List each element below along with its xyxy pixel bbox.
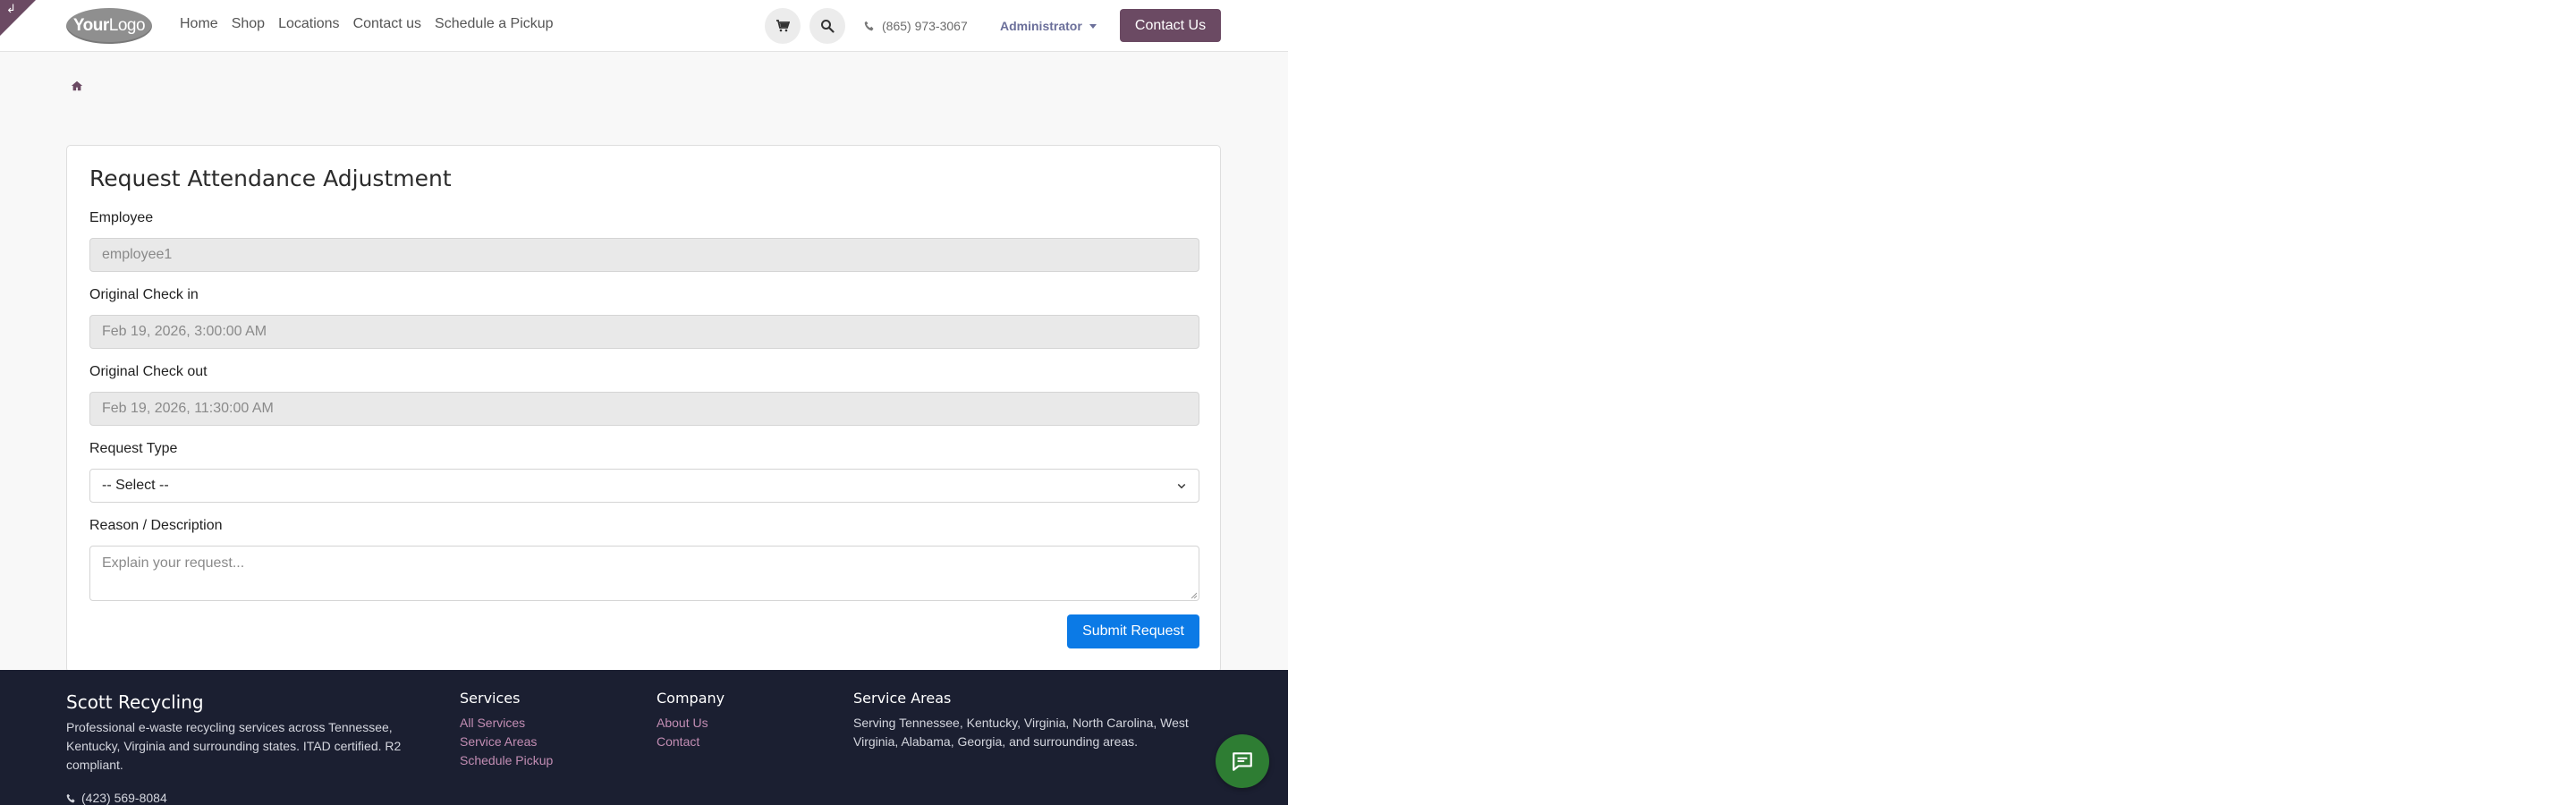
nav-shop[interactable]: Shop [232,16,265,32]
footer-description: Professional e-waste recycling services … [66,720,402,772]
nav-locations[interactable]: Locations [278,16,340,32]
cart-button[interactable] [765,8,801,44]
submit-request-button[interactable]: Submit Request [1067,614,1199,648]
contact-us-button[interactable]: Contact Us [1120,9,1221,42]
live-chat-button[interactable] [1216,734,1269,788]
employee-label: Employee [89,210,154,225]
footer-areas-title: Service Areas [853,690,952,707]
footer-link-contact[interactable]: Contact [657,733,724,751]
reason-label: Reason / Description [89,518,223,533]
resize-grip-icon[interactable] [1190,591,1197,598]
request-type-label: Request Type [89,441,178,456]
user-menu-dropdown[interactable]: Administrator [1000,19,1097,33]
footer-link-service-areas[interactable]: Service Areas [460,733,553,751]
checkout-label: Original Check out [89,364,208,379]
employee-field: employee1 [89,238,1199,272]
request-type-select[interactable]: -- Select -- [89,469,1199,503]
search-icon [821,20,835,33]
search-button[interactable] [809,8,845,44]
home-icon[interactable] [71,80,83,92]
nav-schedule-pickup[interactable]: Schedule a Pickup [435,16,554,32]
employee-value: employee1 [102,247,173,262]
footer-services-column: Services All Services Service Areas Sche… [460,690,553,770]
reason-placeholder: Explain your request... [102,555,245,571]
header-phone-number: (865) 973-3067 [882,19,968,33]
footer-brand: Scott Recycling [66,691,204,713]
edit-corner-badge[interactable] [0,0,36,36]
main-nav: Home Shop Locations Contact us Schedule … [180,16,567,32]
footer-link-about-us[interactable]: About Us [657,714,724,733]
original-checkout-field: Feb 19, 2026, 11:30:00 AM [89,392,1199,426]
checkin-value: Feb 19, 2026, 3:00:00 AM [102,324,267,339]
nav-home[interactable]: Home [180,16,218,32]
site-footer: Scott Recycling Professional e-waste rec… [0,670,1288,805]
user-menu-label: Administrator [1000,19,1082,33]
checkout-value: Feb 19, 2026, 11:30:00 AM [102,401,274,416]
page-title: Request Attendance Adjustment [89,165,452,191]
site-header: ↲ YourLogo Home Shop Locations Contact u… [0,0,1288,52]
footer-company-title: Company [657,690,725,707]
nav-contact-us[interactable]: Contact us [353,16,421,32]
footer-phone[interactable]: (423) 569-8084 [66,791,167,805]
attendance-request-card: Request Attendance Adjustment Employee e… [66,145,1221,673]
chevron-down-icon [1089,23,1097,29]
cart-icon [776,20,790,32]
footer-link-schedule-pickup[interactable]: Schedule Pickup [460,751,553,770]
checkin-label: Original Check in [89,287,199,302]
request-type-value: -- Select -- [102,478,169,493]
footer-link-all-services[interactable]: All Services [460,714,553,733]
chat-bubble-icon [1233,752,1252,771]
footer-phone-number: (423) 569-8084 [81,791,167,805]
site-logo[interactable]: YourLogo [66,8,152,44]
header-phone[interactable]: (865) 973-3067 [864,19,968,33]
original-checkin-field: Feb 19, 2026, 3:00:00 AM [89,315,1199,349]
chevron-down-icon [1177,483,1186,489]
empty-canvas-area [1288,0,2576,805]
corner-arrow-icon: ↲ [6,3,16,16]
phone-icon [864,21,874,31]
reason-textarea[interactable]: Explain your request... [89,546,1199,601]
phone-icon [66,793,75,802]
footer-areas-text: Serving Tennessee, Kentucky, Virginia, N… [853,716,1189,749]
page: ↲ YourLogo Home Shop Locations Contact u… [0,0,1288,805]
footer-services-title: Services [460,690,521,707]
footer-areas-column: Service Areas Serving Tennessee, Kentuck… [853,690,1211,751]
footer-company-column: Company About Us Contact [657,690,724,751]
